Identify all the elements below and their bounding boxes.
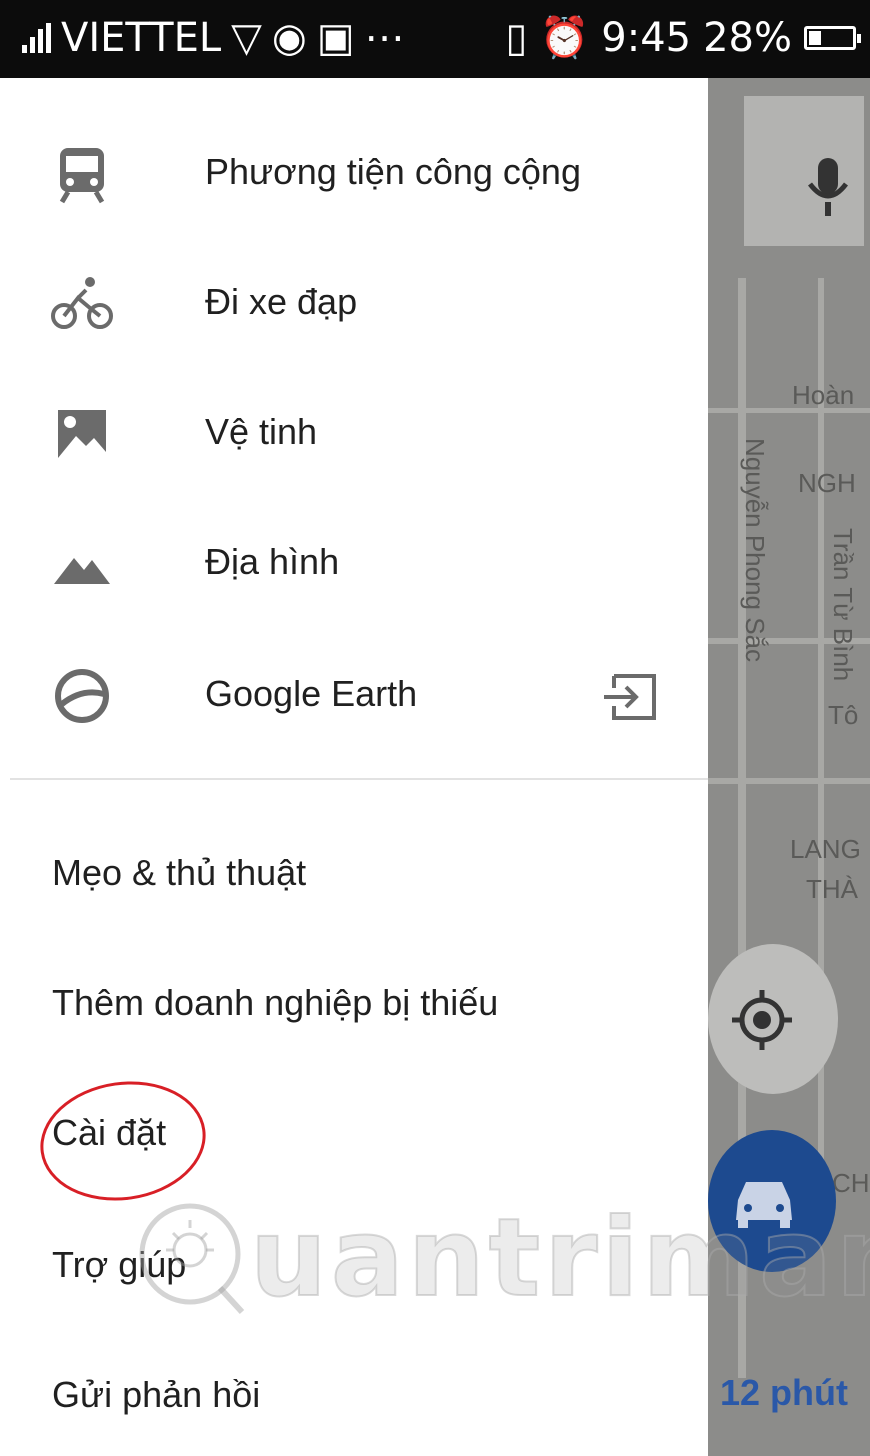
satellite-icon: [58, 410, 106, 458]
map-label: Nguyễn Phong Sắc: [740, 438, 770, 663]
battery-percent: 28%: [703, 15, 792, 61]
open-external-icon: [604, 674, 656, 720]
carrier-name: VIETTEL: [61, 15, 222, 61]
map-label: THÀ: [806, 874, 858, 904]
voice-search-button[interactable]: [744, 96, 864, 246]
menu-item-label: Phương tiện công cộng: [205, 151, 581, 192]
menu-item-label: Google Earth: [205, 673, 418, 714]
train-icon: [59, 148, 105, 204]
menu-item-label: Vệ tinh: [205, 411, 318, 452]
menu-item-add-missing-business[interactable]: Thêm doanh nghiệp bị thiếu: [0, 948, 708, 1058]
globe-icon: [55, 669, 109, 723]
menu-item-label: Gửi phản hồi: [52, 1374, 261, 1415]
location-service-icon: ◉: [271, 15, 307, 61]
directions-button[interactable]: [708, 1130, 836, 1272]
menu-item-label: Địa hình: [205, 541, 340, 582]
menu-item-help[interactable]: Trợ giúp: [0, 1210, 708, 1320]
microphone-icon: [808, 158, 848, 216]
map-label: NGH: [798, 468, 856, 498]
status-bar-left: VIETTEL ▽ ◉ ▣ ⋯: [22, 14, 405, 62]
menu-item-tips[interactable]: Mẹo & thủ thuật: [0, 818, 708, 928]
menu-item-terrain[interactable]: Địa hình: [0, 502, 708, 622]
menu-item-send-feedback[interactable]: Gửi phản hồi: [0, 1340, 708, 1450]
battery-icon: [804, 26, 861, 50]
my-location-button[interactable]: [708, 944, 838, 1094]
menu-divider: [10, 778, 708, 780]
menu-item-satellite[interactable]: Vệ tinh: [0, 372, 708, 492]
image-notification-icon: ▣: [316, 15, 355, 61]
crosshair-icon: [732, 990, 792, 1050]
map-label: LANG: [790, 834, 861, 864]
menu-item-google-earth[interactable]: Google Earth: [0, 634, 708, 754]
status-bar: VIETTEL ▽ ◉ ▣ ⋯ ▯ ⏰ 9:45 28%: [0, 0, 870, 78]
map-view[interactable]: Hoàn NGH Nguyễn Phong Sắc Trần Từ Bình T…: [708, 78, 870, 1456]
menu-item-label: Trợ giúp: [52, 1244, 187, 1285]
vibrate-icon: ▯: [505, 15, 528, 61]
map-label: Tô: [828, 700, 859, 730]
wifi-icon: ▽: [231, 15, 262, 61]
menu-item-label: Mẹo & thủ thuật: [52, 852, 307, 893]
clock-time: 9:45: [601, 15, 692, 61]
signal-icon: [22, 23, 51, 53]
menu-item-label: Thêm doanh nghiệp bị thiếu: [52, 982, 499, 1023]
map-label: Trần Từ Bình: [828, 528, 858, 682]
menu-item-bicycling[interactable]: Đi xe đạp: [0, 242, 708, 362]
navigation-drawer: Phương tiện công cộng Đi xe đạp Vệ tinh …: [0, 78, 708, 1456]
map-label: Hoàn: [792, 380, 855, 410]
terrain-icon: [54, 558, 110, 584]
eta-label: 12 phút: [720, 1372, 849, 1413]
more-notifications-icon: ⋯: [364, 15, 405, 61]
map-label: CH: [832, 1168, 870, 1198]
alarm-icon: ⏰: [539, 15, 590, 61]
status-bar-right: ▯ ⏰ 9:45 28%: [505, 14, 861, 62]
bicycle-icon: [51, 277, 113, 329]
car-icon: [736, 1182, 792, 1228]
menu-item-label: Đi xe đạp: [205, 281, 358, 322]
battery-level: [809, 31, 821, 45]
menu-item-transit[interactable]: Phương tiện công cộng: [0, 112, 708, 232]
